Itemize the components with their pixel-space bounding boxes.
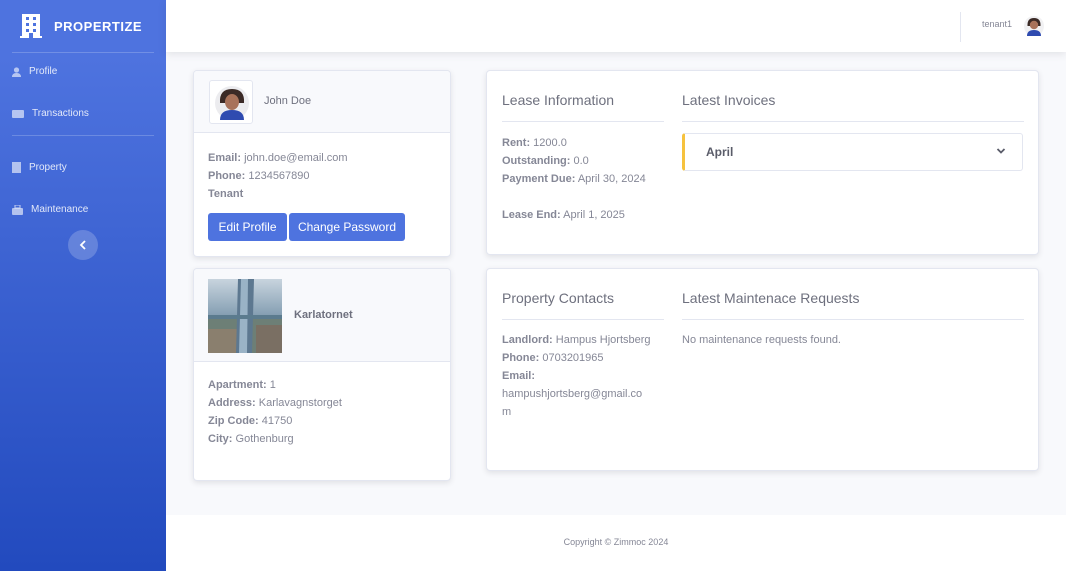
sidebar-item-maintenance[interactable]: Maintenance <box>0 204 88 215</box>
lease-payment-due: Payment Due: April 30, 2024 <box>502 173 646 185</box>
user-avatar-icon <box>215 86 249 120</box>
lease-invoices-card: Lease Information Rent: 1200.0 Outstandi… <box>486 70 1039 255</box>
sidebar-item-label: Maintenance <box>31 204 89 215</box>
property-name: Karlatornet <box>294 309 353 321</box>
contact-landlord: Landlord: Hampus Hjortsberg <box>502 334 651 346</box>
sidebar-item-transactions[interactable]: Transactions <box>0 108 89 119</box>
contacts-maintenance-card: Property Contacts Landlord: Hampus Hjort… <box>486 268 1039 471</box>
brand[interactable]: PROPERTIZE <box>0 0 166 52</box>
invoices-divider <box>682 121 1024 122</box>
sidebar-item-property[interactable]: Property <box>0 162 67 173</box>
sidebar-toggle-button[interactable] <box>68 230 98 260</box>
maintenance-title: Latest Maintenace Requests <box>682 290 860 306</box>
change-password-button[interactable]: Change Password <box>289 213 405 241</box>
invoices-title: Latest Invoices <box>682 92 776 108</box>
property-card: Karlatornet Apartment: 1 Address: Karlav… <box>193 268 451 481</box>
topbar-username[interactable]: tenant1 <box>982 19 1012 29</box>
chevron-left-icon <box>79 240 86 250</box>
lease-divider <box>502 121 664 122</box>
sidebar-divider <box>12 52 154 53</box>
footer: Copyright © Zimmoc 2024 <box>166 515 1066 571</box>
contacts-title: Property Contacts <box>502 290 615 306</box>
property-city: City: Gothenburg <box>208 433 294 445</box>
invoice-label: April <box>706 145 734 159</box>
profile-email: Email: john.doe@email.com <box>208 152 348 164</box>
lease-end: Lease End: April 1, 2025 <box>502 209 625 221</box>
topbar-divider <box>960 12 961 42</box>
building-icon <box>12 162 21 173</box>
profile-card: John Doe Email: john.doe@email.com Phone… <box>193 70 451 257</box>
property-card-header: Karlatornet <box>194 269 450 362</box>
invoice-accordion-item[interactable]: April <box>682 133 1023 171</box>
topbar: tenant1 <box>166 0 1066 52</box>
contact-email-label: Email: <box>502 370 536 382</box>
maintenance-empty-message: No maintenance requests found. <box>682 334 841 346</box>
profile-role: Tenant <box>208 188 244 200</box>
profile-phone: Phone: 1234567890 <box>208 170 310 182</box>
property-apartment: Apartment: 1 <box>208 379 276 391</box>
sidebar-divider <box>12 135 154 136</box>
chevron-down-icon <box>996 148 1006 154</box>
brand-name: PROPERTIZE <box>54 18 143 34</box>
contact-email: hampushjortsberg@gmail.co <box>502 388 643 400</box>
sidebar-item-label: Profile <box>29 66 58 77</box>
user-avatar-icon[interactable] <box>1024 15 1044 37</box>
building-logo-icon <box>20 14 42 38</box>
sidebar-item-label: Property <box>29 162 67 173</box>
profile-card-header: John Doe <box>194 71 450 133</box>
profile-name: John Doe <box>264 95 312 107</box>
copyright-text: Copyright © Zimmoc 2024 <box>563 537 669 547</box>
user-icon <box>12 66 21 77</box>
lease-outstanding: Outstanding: 0.0 <box>502 155 589 167</box>
sidebar: PROPERTIZE Profile Transactions Property… <box>0 0 166 571</box>
edit-profile-button[interactable]: Edit Profile <box>208 213 287 241</box>
money-icon <box>12 109 24 118</box>
property-address: Address: Karlavagnstorget <box>208 397 342 409</box>
toolbox-icon <box>12 204 23 215</box>
lease-title: Lease Information <box>502 92 615 108</box>
maintenance-divider <box>682 319 1024 320</box>
contacts-divider <box>502 319 664 320</box>
lease-rent: Rent: 1200.0 <box>502 137 567 149</box>
sidebar-item-profile[interactable]: Profile <box>0 66 57 77</box>
contact-email-wrap: m <box>502 406 512 418</box>
avatar <box>209 80 253 124</box>
property-zip: Zip Code: 41750 <box>208 415 293 427</box>
sidebar-item-label: Transactions <box>32 108 89 119</box>
contact-phone: Phone: 0703201965 <box>502 352 604 364</box>
property-image <box>208 279 282 353</box>
